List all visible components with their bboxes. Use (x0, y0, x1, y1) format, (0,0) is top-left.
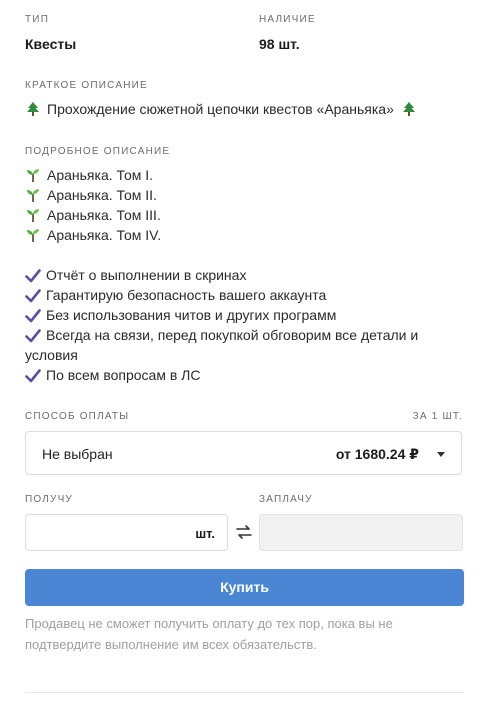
swap-icon[interactable] (236, 524, 252, 540)
volume-text: Араньяка. Том III. (47, 207, 161, 223)
availability-label: НАЛИЧИЕ (259, 14, 316, 25)
price-value: от 1680.24 ₽ (335, 446, 419, 462)
feature-item: Всегда на связи, перед покупкой обговори… (25, 325, 435, 365)
tree-icon (402, 102, 415, 116)
feature-text: Всегда на связи, перед покупкой обговори… (25, 327, 419, 363)
check-icon (25, 269, 41, 283)
check-icon (25, 329, 41, 343)
short-description: Прохождение сюжетной цепочки квестов «Ар… (25, 101, 417, 117)
payment-method-select[interactable]: Не выбран от 1680.24 ₽ (25, 431, 462, 475)
volume-text: Араньяка. Том I. (47, 167, 154, 183)
quantity-input[interactable] (26, 515, 188, 552)
payment-note: Продавец не сможет получить оплату до те… (25, 616, 393, 652)
feature-text: Отчёт о выполнении в скринах (46, 267, 247, 283)
volume-text: Араньяка. Том II. (47, 187, 157, 203)
volume-item: Араньяка. Том II. (25, 187, 157, 203)
check-icon (25, 369, 41, 383)
caret-down-icon (437, 452, 445, 457)
pay-label: ЗАПЛАЧУ (259, 494, 313, 505)
tree-icon (27, 102, 39, 116)
short-description-text: Прохождение сюжетной цепочки квестов «Ар… (47, 101, 394, 117)
payment-method-value: Не выбран (42, 446, 113, 462)
check-icon (25, 309, 41, 323)
feature-item: Гарантирую безопасность вашего аккаунта (25, 285, 465, 305)
feature-item: Отчёт о выполнении в скринах (25, 265, 465, 285)
buy-button[interactable]: Купить (25, 569, 464, 606)
sprout-icon (27, 189, 39, 202)
volume-item: Араньяка. Том III. (25, 207, 161, 223)
sprout-icon (27, 209, 39, 222)
offer-panel: ТИП Квесты НАЛИЧИЕ 98 шт. КРАТКОЕ ОПИСАН… (0, 0, 483, 706)
feature-item: Без использования читов и других програм… (25, 305, 465, 325)
sprout-icon (27, 229, 39, 242)
short-description-label: КРАТКОЕ ОПИСАНИЕ (25, 80, 148, 91)
availability-value: 98 шт. (259, 36, 300, 52)
volume-item: Араньяка. Том IV. (25, 227, 161, 243)
sprout-icon (27, 169, 39, 182)
pay-amount-field (259, 514, 463, 551)
detailed-description-label: ПОДРОБНОЕ ОПИСАНИЕ (25, 146, 171, 157)
divider (25, 692, 464, 693)
type-value: Квесты (25, 36, 77, 52)
feature-text: По всем вопросам в ЛС (46, 367, 201, 383)
per-unit-label: ЗА 1 ШТ. (412, 411, 463, 422)
feature-text: Гарантирую безопасность вашего аккаунта (46, 287, 327, 303)
feature-text: Без использования читов и других програм… (46, 307, 337, 323)
quantity-unit: шт. (195, 526, 215, 541)
check-icon (25, 289, 41, 303)
volume-item: Араньяка. Том I. (25, 167, 153, 183)
payment-method-label: СПОСОБ ОПЛАТЫ (25, 411, 130, 422)
quantity-field[interactable]: шт. (25, 514, 228, 552)
type-label: ТИП (25, 14, 50, 25)
receive-label: ПОЛУЧУ (25, 494, 73, 505)
volume-text: Араньяка. Том IV. (47, 227, 162, 243)
feature-item: По всем вопросам в ЛС (25, 365, 465, 385)
